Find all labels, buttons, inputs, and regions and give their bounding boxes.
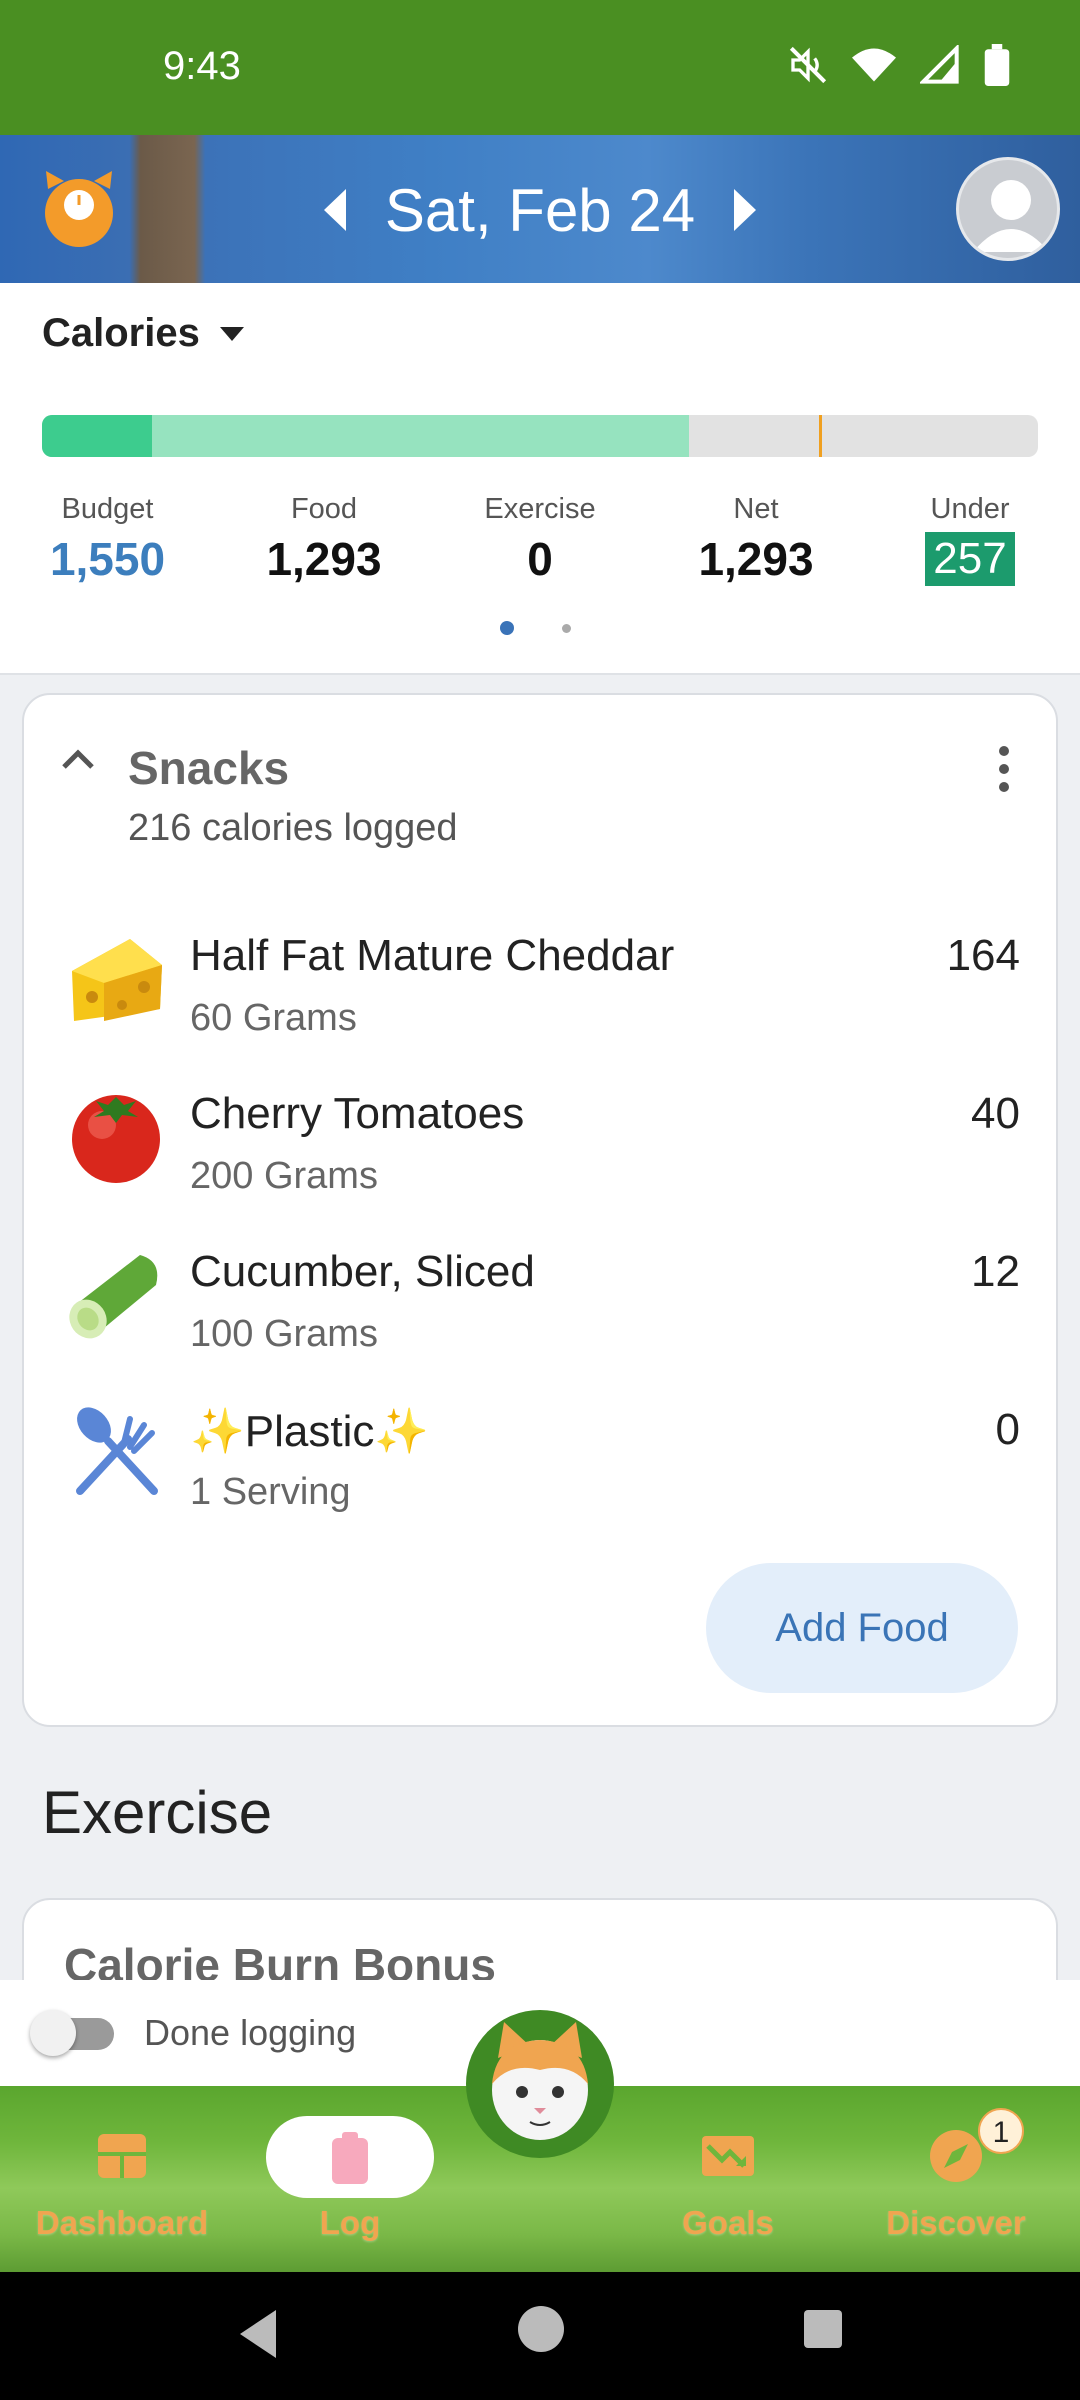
stat-food: Food 1,293 bbox=[254, 493, 394, 586]
food-name: Cucumber, Sliced bbox=[190, 1247, 535, 1296]
app-header: Sat, Feb 24 bbox=[0, 135, 1080, 283]
status-time: 9:43 bbox=[163, 44, 241, 88]
mascot-button[interactable] bbox=[466, 2010, 614, 2158]
done-logging-toggle[interactable] bbox=[30, 2010, 114, 2056]
stat-budget-value: 1,550 bbox=[49, 533, 166, 585]
nav-goals[interactable]: Goals bbox=[618, 2086, 838, 2272]
back-icon[interactable] bbox=[236, 2306, 280, 2362]
food-calories: 0 bbox=[995, 1405, 1020, 1454]
calorie-progress-bar bbox=[42, 415, 1038, 457]
app-logo-icon[interactable] bbox=[42, 169, 116, 247]
profile-avatar[interactable] bbox=[956, 157, 1060, 261]
summary-pager[interactable] bbox=[500, 621, 571, 635]
metric-selector-label: Calories bbox=[42, 311, 200, 355]
cheese-icon bbox=[72, 939, 162, 1021]
mute-icon bbox=[789, 46, 827, 84]
system-icons bbox=[788, 44, 1010, 86]
signal-icon bbox=[920, 45, 959, 84]
tomato-icon bbox=[72, 1095, 160, 1183]
stat-under: Under 257 bbox=[900, 493, 1040, 586]
nav-dashboard[interactable]: Dashboard bbox=[12, 2086, 232, 2272]
nav-discover[interactable]: 1 Discover bbox=[846, 2086, 1066, 2272]
food-item[interactable]: Cucumber, Sliced 100 Grams 12 bbox=[24, 1233, 1060, 1383]
stat-exercise: Exercise 0 bbox=[470, 493, 610, 586]
food-calories: 164 bbox=[946, 931, 1020, 980]
nav-log[interactable]: Log bbox=[240, 2086, 460, 2272]
exercise-heading: Exercise bbox=[42, 1779, 273, 1846]
goals-chart-icon bbox=[702, 2136, 754, 2176]
user-icon bbox=[973, 180, 1049, 252]
status-bar: 9:43 bbox=[0, 0, 1080, 135]
progress-remaining-segment bbox=[42, 415, 152, 457]
chevron-up-icon[interactable] bbox=[58, 745, 98, 773]
stat-budget: Budget 1,550 bbox=[40, 493, 175, 586]
stat-under-value: 257 bbox=[925, 532, 1015, 586]
pager-dot-active[interactable] bbox=[500, 621, 514, 635]
food-item[interactable]: Half Fat Mature Cheddar 60 Grams 164 bbox=[24, 917, 1060, 1067]
food-name: Cherry Tomatoes bbox=[190, 1089, 525, 1138]
nav-label: Discover bbox=[886, 2204, 1026, 2241]
food-calories: 40 bbox=[971, 1089, 1020, 1138]
snacks-card: Snacks 216 calories logged Half Fat Matu… bbox=[22, 693, 1058, 1727]
stat-net: Net 1,293 bbox=[686, 493, 826, 586]
battery-icon bbox=[984, 44, 1010, 86]
system-navigation-bar bbox=[0, 2272, 1080, 2400]
home-icon[interactable] bbox=[516, 2304, 566, 2354]
nav-label: Log bbox=[319, 2204, 381, 2241]
stat-net-value: 1,293 bbox=[698, 533, 814, 585]
meal-title: Snacks bbox=[128, 742, 290, 794]
food-quantity: 1 Serving bbox=[190, 1471, 351, 1513]
stat-budget-label: Budget bbox=[61, 493, 154, 525]
stat-food-label: Food bbox=[290, 493, 358, 525]
clipboard-icon bbox=[332, 2132, 368, 2184]
cucumber-icon bbox=[69, 1255, 158, 1339]
calorie-summary: Calories Budget 1,550 Food 1,293 Exercis… bbox=[0, 283, 1080, 675]
recents-icon[interactable] bbox=[802, 2308, 844, 2350]
caret-down-icon bbox=[219, 326, 244, 341]
stat-food-value: 1,293 bbox=[266, 533, 382, 585]
stat-exercise-label: Exercise bbox=[484, 493, 596, 525]
progress-budget-marker bbox=[818, 415, 822, 457]
stat-net-label: Net bbox=[733, 493, 779, 525]
wifi-icon bbox=[852, 48, 896, 82]
food-quantity: 200 Grams bbox=[190, 1155, 378, 1197]
date-navigator: Sat, Feb 24 bbox=[320, 175, 760, 245]
done-logging-label: Done logging bbox=[144, 2012, 357, 2053]
food-name: ✨Plastic✨ bbox=[190, 1407, 430, 1456]
food-name: Half Fat Mature Cheddar bbox=[190, 931, 675, 980]
cat-mascot-icon bbox=[492, 2022, 588, 2140]
food-item[interactable]: Cherry Tomatoes 200 Grams 40 bbox=[24, 1075, 1060, 1225]
food-quantity: 100 Grams bbox=[190, 1313, 378, 1355]
pager-dot[interactable] bbox=[562, 623, 571, 633]
food-calories: 12 bbox=[971, 1247, 1020, 1296]
nav-label: Goals bbox=[682, 2204, 774, 2241]
food-quantity: 60 Grams bbox=[190, 997, 357, 1039]
stat-under-label: Under bbox=[930, 493, 1010, 525]
notification-badge: 1 bbox=[978, 2108, 1024, 2154]
next-day-icon[interactable] bbox=[730, 185, 760, 235]
food-item[interactable]: ✨Plastic✨ 1 Serving 0 bbox=[24, 1391, 1060, 1541]
fork-spoon-icon bbox=[76, 1407, 158, 1495]
date-label[interactable]: Sat, Feb 24 bbox=[385, 176, 695, 245]
dashboard-icon bbox=[98, 2134, 146, 2178]
previous-day-icon[interactable] bbox=[320, 185, 350, 235]
nav-label: Dashboard bbox=[35, 2204, 209, 2241]
more-options-icon[interactable] bbox=[996, 745, 1012, 793]
metric-selector[interactable]: Calories bbox=[42, 311, 246, 356]
compass-icon bbox=[930, 2130, 982, 2182]
stat-exercise-value: 0 bbox=[527, 533, 553, 585]
meal-calories-logged: 216 calories logged bbox=[128, 807, 458, 849]
screen: 9:43 Sat, Feb 24 Calories Budget 1,550 F… bbox=[0, 0, 1080, 2400]
add-food-button[interactable]: Add Food bbox=[706, 1563, 1018, 1693]
toggle-thumb bbox=[30, 2010, 76, 2056]
